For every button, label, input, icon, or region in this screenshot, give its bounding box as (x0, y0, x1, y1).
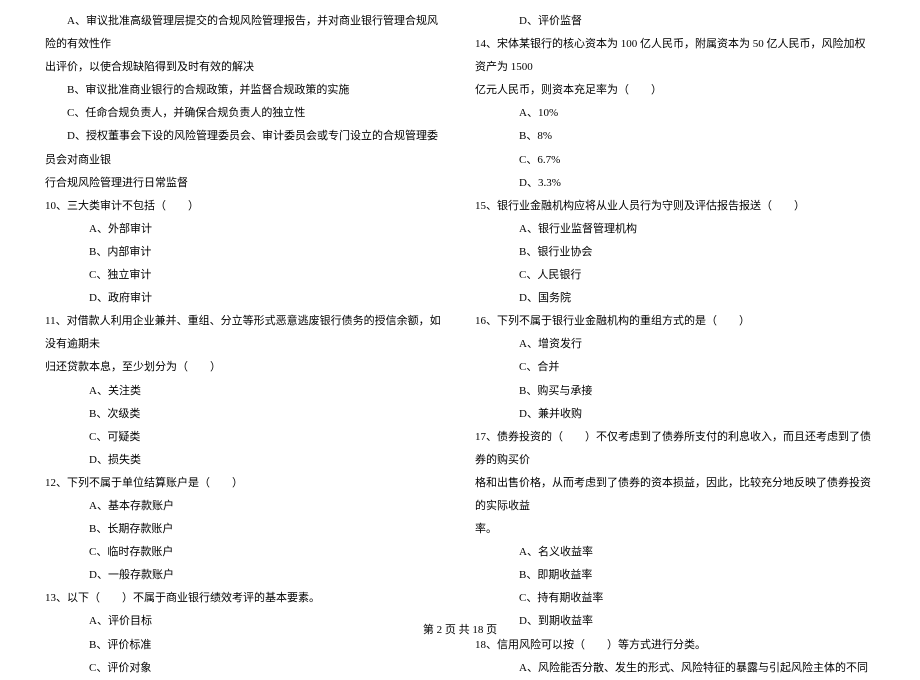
option-text: D、评价监督 (475, 10, 875, 33)
option-text: A、10% (475, 102, 875, 125)
option-text: D、国务院 (475, 287, 875, 310)
option-text: C、6.7% (475, 149, 875, 172)
continuation-text: 归还贷款本息，至少划分为（ ） (45, 356, 445, 379)
page-footer: 第 2 页 共 18 页 (0, 619, 920, 642)
option-text: B、审议批准商业银行的合规政策，并监督合规政策的实施 (45, 79, 445, 102)
left-column: A、审议批准高级管理层提交的合规风险管理报告，并对商业银行管理合规风险的有效性作… (30, 10, 460, 610)
option-text: A、基本存款账户 (45, 495, 445, 518)
option-text: A、银行业监督管理机构 (475, 218, 875, 241)
continuation-text: 行合规风险管理进行日常监督 (45, 172, 445, 195)
option-text: D、3.3% (475, 172, 875, 195)
option-text: D、兼并收购 (475, 403, 875, 426)
option-text: B、8% (475, 125, 875, 148)
question-17: 17、债券投资的（ ）不仅考虑到了债券所支付的利息收入，而且还考虑到了债券的购买… (475, 426, 875, 472)
question-16: 16、下列不属于银行业金融机构的重组方式的是（ ） (475, 310, 875, 333)
option-text: D、一般存款账户 (45, 564, 445, 587)
continuation-text: 格和出售价格，从而考虑到了债券的资本损益，因此，比较充分地反映了债券投资的实际收… (475, 472, 875, 518)
option-text: C、持有期收益率 (475, 587, 875, 610)
option-text: B、长期存款账户 (45, 518, 445, 541)
continuation-text: 亿元人民币，则资本充足率为（ ） (475, 79, 875, 102)
option-text: C、临时存款账户 (45, 541, 445, 564)
option-text: A、关注类 (45, 380, 445, 403)
question-12: 12、下列不属于单位结算账户是（ ） (45, 472, 445, 495)
option-text: A、名义收益率 (475, 541, 875, 564)
option-text: D、损失类 (45, 449, 445, 472)
question-13: 13、以下（ ）不属于商业银行绩效考评的基本要素。 (45, 587, 445, 610)
option-text: C、合并 (475, 356, 875, 379)
option-text: B、购买与承接 (475, 380, 875, 403)
option-text: C、可疑类 (45, 426, 445, 449)
page-number: 第 2 页 共 18 页 (423, 624, 497, 636)
option-text: A、风险能否分散、发生的形式、风险特征的暴露与引起风险主体的不同 (475, 657, 875, 680)
option-text: A、增资发行 (475, 333, 875, 356)
option-text: A、审议批准高级管理层提交的合规风险管理报告，并对商业银行管理合规风险的有效性作 (45, 10, 445, 56)
option-text: B、银行业协会 (475, 241, 875, 264)
question-14: 14、宋体某银行的核心资本为 100 亿人民币，附属资本为 50 亿人民币，风险… (475, 33, 875, 79)
option-text: B、内部审计 (45, 241, 445, 264)
option-text: B、即期收益率 (475, 564, 875, 587)
option-text: C、评价对象 (45, 657, 445, 680)
option-text: C、人民银行 (475, 264, 875, 287)
question-10: 10、三大类审计不包括（ ） (45, 195, 445, 218)
option-text: C、任命合规负责人，并确保合规负责人的独立性 (45, 102, 445, 125)
continuation-text: 出评价，以使合规缺陷得到及时有效的解决 (45, 56, 445, 79)
option-text: C、独立审计 (45, 264, 445, 287)
option-text: B、次级类 (45, 403, 445, 426)
right-column: D、评价监督 14、宋体某银行的核心资本为 100 亿人民币，附属资本为 50 … (460, 10, 890, 610)
option-text: D、政府审计 (45, 287, 445, 310)
document-page: A、审议批准高级管理层提交的合规风险管理报告，并对商业银行管理合规风险的有效性作… (0, 0, 920, 610)
question-11: 11、对借款人利用企业兼并、重组、分立等形式恶意逃废银行债务的授信余额，如没有逾… (45, 310, 445, 356)
question-15: 15、银行业金融机构应将从业人员行为守则及评估报告报送（ ） (475, 195, 875, 218)
option-text: A、外部审计 (45, 218, 445, 241)
continuation-text: 率。 (475, 518, 875, 541)
option-text: D、授权董事会下设的风险管理委员会、审计委员会或专门设立的合规管理委员会对商业银 (45, 125, 445, 171)
